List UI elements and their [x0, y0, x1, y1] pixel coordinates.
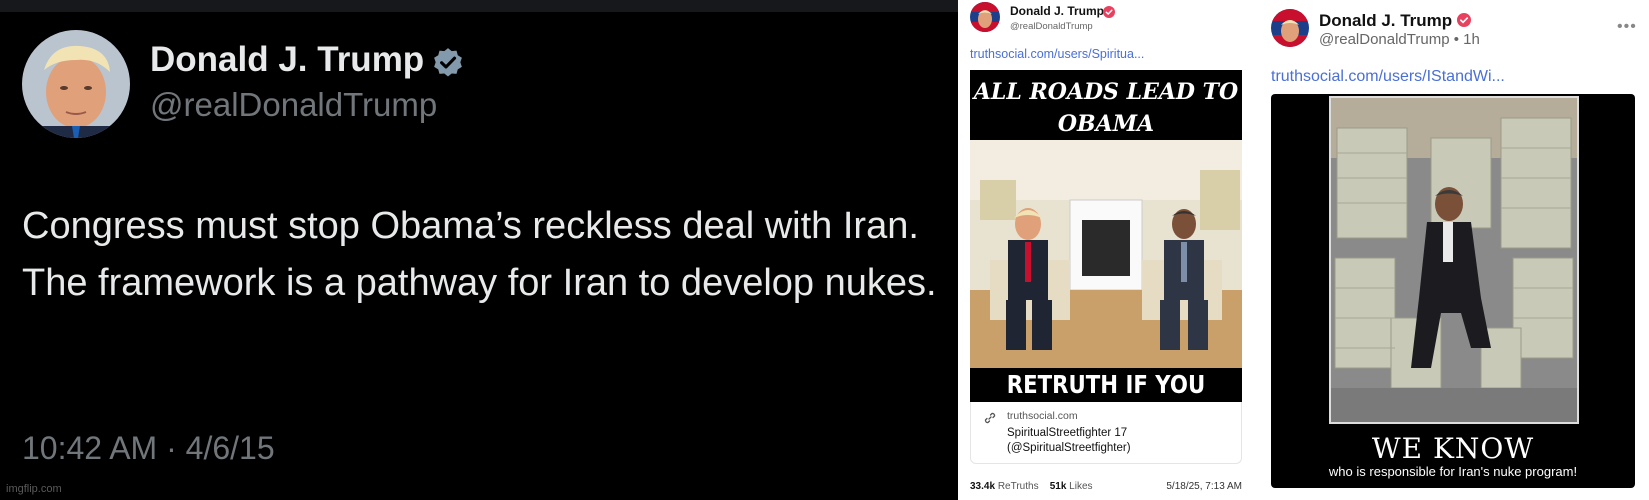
verified-badge-icon [1457, 13, 1471, 27]
middle-post-panel: Donald J. Trump @realDonaldTrump truthso… [958, 0, 1252, 500]
top-bar [0, 0, 958, 12]
author-name[interactable]: Donald J. Trump [1319, 11, 1452, 31]
right-post-panel: Donald J. Trump @realDonaldTrump • 1h ••… [1252, 0, 1649, 500]
author-handle-time[interactable]: @realDonaldTrump • 1h [1319, 31, 1480, 48]
post-link[interactable]: truthsocial.com/users/IStandWi... [1271, 68, 1505, 86]
tweet-timestamp[interactable]: 10:42 AM · 4/6/15 [22, 430, 275, 467]
author-handle[interactable]: @realDonaldTrump [1010, 21, 1093, 32]
image-top-text: ALL ROADS LEAD TO OBAMA [973, 79, 1239, 137]
link-preview-card[interactable]: truthsocial.com SpiritualStreetfighter 1… [970, 402, 1242, 464]
profile-photo-icon[interactable] [22, 30, 130, 138]
poster-photo-frame [1329, 96, 1579, 424]
verified-badge-icon [431, 46, 465, 80]
watermark: imgflip.com [6, 483, 62, 495]
image-bottom-text: RETRUTH IF YOU WANT PUBLIC MILITARY TRIB… [1006, 370, 1206, 399]
tweet-text: Congress must stop Obama’s reckless deal… [22, 205, 937, 304]
card-title: SpiritualStreetfighter 17 (@SpiritualStr… [1007, 427, 1131, 454]
poster-caption: who is responsible for Iran's nuke progr… [1328, 464, 1578, 479]
post-date: 5/18/25, 7:13 AM [1166, 481, 1242, 492]
link-icon [983, 411, 997, 425]
card-domain: truthsocial.com [1007, 410, 1078, 422]
profile-photo-icon[interactable] [970, 2, 1000, 32]
likes-count[interactable]: 51k [1050, 481, 1067, 492]
retruths-label[interactable]: ReTruths [998, 481, 1039, 492]
post-link[interactable]: truthsocial.com/users/Spiritua... [970, 47, 1144, 61]
author-handle[interactable]: @realDonaldTrump [150, 86, 437, 124]
author-name[interactable]: Donald J. Trump [1010, 4, 1104, 18]
likes-label[interactable]: Likes [1069, 481, 1092, 492]
poster-title: WE KNOW [1371, 432, 1535, 465]
verified-badge-icon [1103, 5, 1115, 18]
more-options-icon[interactable]: ••• [1617, 18, 1637, 36]
author-name[interactable]: Donald J. Trump [150, 40, 424, 80]
retruths-count[interactable]: 33.4k [970, 481, 995, 492]
post-image[interactable]: ALL ROADS LEAD TO OBAMA RETRUTH IF YOU [970, 70, 1242, 402]
post-image[interactable]: WE KNOW who is responsible for Iran's nu… [1271, 94, 1635, 488]
left-tweet-panel: Donald J. Trump @realDonaldTrump Congres… [0, 0, 958, 500]
profile-photo-icon[interactable] [1271, 9, 1309, 47]
meeting-photo [970, 140, 1242, 368]
